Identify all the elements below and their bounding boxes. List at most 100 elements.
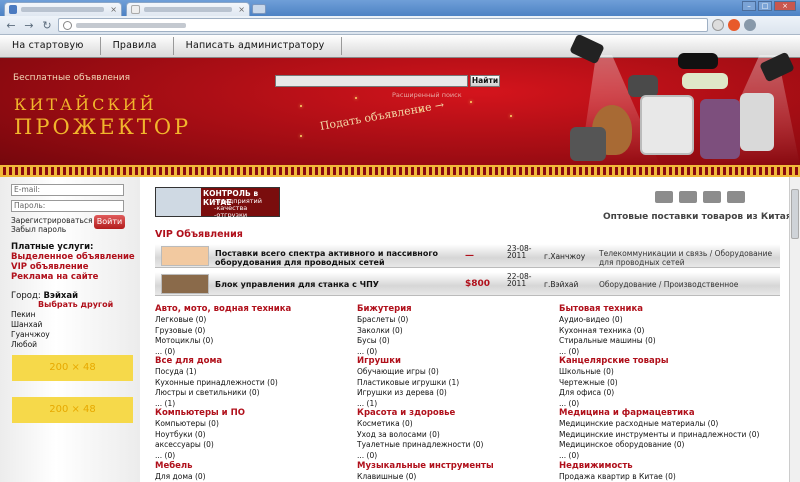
subcategory-link[interactable]: Чертежные (0) [559,378,759,389]
subcategory-link[interactable]: Аудио-видео (0) [559,315,759,326]
vip-ad-row[interactable]: Поставки всего спектра активного и пасси… [155,244,780,268]
subcategory-link[interactable]: ... (0) [559,451,759,462]
city-link[interactable]: Пекин [11,310,36,319]
category-title[interactable]: Бижутерия [357,304,557,314]
page-menu-icon[interactable] [712,19,724,31]
post-ad-link[interactable]: Подать объявление → [319,98,445,133]
subcategory-link[interactable]: ... (0) [155,451,355,462]
subcategory-link[interactable]: ... (0) [357,451,557,462]
highlighted-ad-link[interactable]: Выделенное объявление [11,252,135,262]
scrollbar-thumb[interactable] [791,189,799,239]
category-title[interactable]: Бытовая техника [559,304,759,314]
close-window-icon[interactable]: × [774,1,796,11]
address-bar[interactable] [58,18,708,32]
browser-toolbar: ← → ↻ [0,16,800,35]
wrench-icon[interactable] [744,19,756,31]
page-favicon-icon [131,5,140,14]
advertising-link[interactable]: Реклама на сайте [11,272,98,282]
sparkle-decoration [300,135,302,137]
subcategory-link[interactable]: Туалетные принадлежности (0) [357,440,557,451]
ad-category[interactable]: Телекоммуникации и связь / Оборудование … [599,249,779,267]
subcategory-link[interactable]: Легковые (0) [155,315,355,326]
subcategory-link[interactable]: Для офиса (0) [559,388,759,399]
logo-bottom-text: ПРОЖЕКТОР [14,115,192,139]
password-field[interactable]: Пароль: [11,200,124,212]
subcategory-link[interactable]: Пластиковые игрушки (1) [357,378,557,389]
ad-banner-placeholder[interactable]: 200 × 48 [12,397,133,423]
city-link[interactable]: Любой [11,340,37,349]
reload-icon[interactable]: ↻ [40,19,54,32]
train-icon [703,191,721,203]
ad-banner-placeholder[interactable]: 200 × 48 [12,355,133,381]
advanced-search-link[interactable]: Расширенный поиск [392,91,462,99]
email-field[interactable]: E-mail: [11,184,124,196]
city-link[interactable]: Шанхай [11,320,42,329]
subcategory-link[interactable]: Игрушки из дерева (0) [357,388,557,399]
category-title[interactable]: Музыкальные инструменты [357,461,557,471]
subcategory-link[interactable]: Мотоциклы (0) [155,336,355,347]
page-scrollbar[interactable] [789,177,800,482]
subcategory-link[interactable]: Ноутбуки (0) [155,430,355,441]
subcategory-link[interactable]: Кухонная техника (0) [559,326,759,337]
ad-title[interactable]: Поставки всего спектра активного и пасси… [215,249,440,267]
choose-city-link[interactable]: Выбрать другой [38,300,113,309]
category-title[interactable]: Компьютеры и ПО [155,408,355,418]
login-button[interactable]: Войти [94,215,125,229]
category-title[interactable]: Игрушки [357,356,557,366]
subcategory-link[interactable]: Медицинское оборудование (0) [559,440,759,451]
ad-title[interactable]: Блок управления для станка с ЧПУ [215,280,440,289]
subcategory-link[interactable]: Клавишные (0) [357,472,557,482]
category-title[interactable]: Медицина и фармацевтика [559,408,759,418]
ad-category[interactable]: Оборудование / Производственное [599,280,779,289]
subcategory-link[interactable]: Стиральные машины (0) [559,336,759,347]
subcategory-link[interactable]: Браслеты (0) [357,315,557,326]
close-tab-icon[interactable]: × [110,5,117,14]
category-title[interactable]: Все для дома [155,356,355,366]
nav-home-link[interactable]: На стартовую [0,37,101,55]
subcategory-link[interactable]: Бусы (0) [357,336,557,347]
subcategory-link[interactable]: Косметика (0) [357,419,557,430]
subcategory-link[interactable]: Для дома (0) [155,472,355,482]
category-title[interactable]: Канцелярские товары [559,356,759,366]
vip-ad-row[interactable]: Блок управления для станка с ЧПУ $800 22… [155,272,780,296]
sparkle-decoration [355,97,357,99]
subcategory-link[interactable]: Посуда (1) [155,367,355,378]
subcategory-link[interactable]: Заколки (0) [357,326,557,337]
subcategory-link[interactable]: Медицинские инструменты и принадлежности… [559,430,759,441]
browser-tab[interactable]: × [4,2,122,16]
search-button[interactable]: Найти [470,75,500,87]
new-tab-button[interactable] [252,4,266,14]
vip-ad-link[interactable]: VIP объявление [11,262,89,272]
city-link[interactable]: Гуанчжоу [11,330,50,339]
promo-banner[interactable]: КОНТРОЛЬ в КИТАЕ -предприятий -качества … [155,187,280,219]
ad-thumbnail[interactable] [161,274,209,294]
category-title[interactable]: Красота и здоровье [357,408,557,418]
subcategory-link[interactable]: Обучающие игры (0) [357,367,557,378]
forgot-password-link[interactable]: Забыл пароль [11,225,93,234]
nav-rules-link[interactable]: Правила [101,37,174,55]
wholesale-link[interactable]: Оптовые поставки товаров из Китая [603,212,792,222]
category-title[interactable]: Авто, мото, водная техника [155,304,355,314]
close-tab-icon[interactable]: × [238,5,245,14]
subcategory-link[interactable]: Люстры и светильники (0) [155,388,355,399]
forward-arrow-icon[interactable]: → [22,19,36,32]
subcategory-link[interactable]: Школьные (0) [559,367,759,378]
subcategory-link[interactable]: Компьютеры (0) [155,419,355,430]
subcategory-link[interactable]: Грузовые (0) [155,326,355,337]
extension-icon[interactable] [728,19,740,31]
back-arrow-icon[interactable]: ← [4,19,18,32]
nav-contact-admin-link[interactable]: Написать администратору [174,37,342,55]
browser-tab-active[interactable]: × [126,2,250,16]
category-title[interactable]: Мебель [155,461,355,471]
maximize-icon[interactable]: □ [758,1,772,11]
subcategory-link[interactable]: Медицинские расходные материалы (0) [559,419,759,430]
search-input[interactable] [275,75,468,87]
register-link[interactable]: Зарегистрироваться [11,216,93,225]
category-title[interactable]: Недвижимость [559,461,759,471]
subcategory-link[interactable]: Продажа квартир в Китае (0) [559,472,759,482]
subcategory-link[interactable]: Уход за волосами (0) [357,430,557,441]
ad-thumbnail[interactable] [161,246,209,266]
minimize-icon[interactable]: – [742,1,756,11]
subcategory-link[interactable]: аксессуары (0) [155,440,355,451]
subcategory-link[interactable]: Кухонные принадлежности (0) [155,378,355,389]
